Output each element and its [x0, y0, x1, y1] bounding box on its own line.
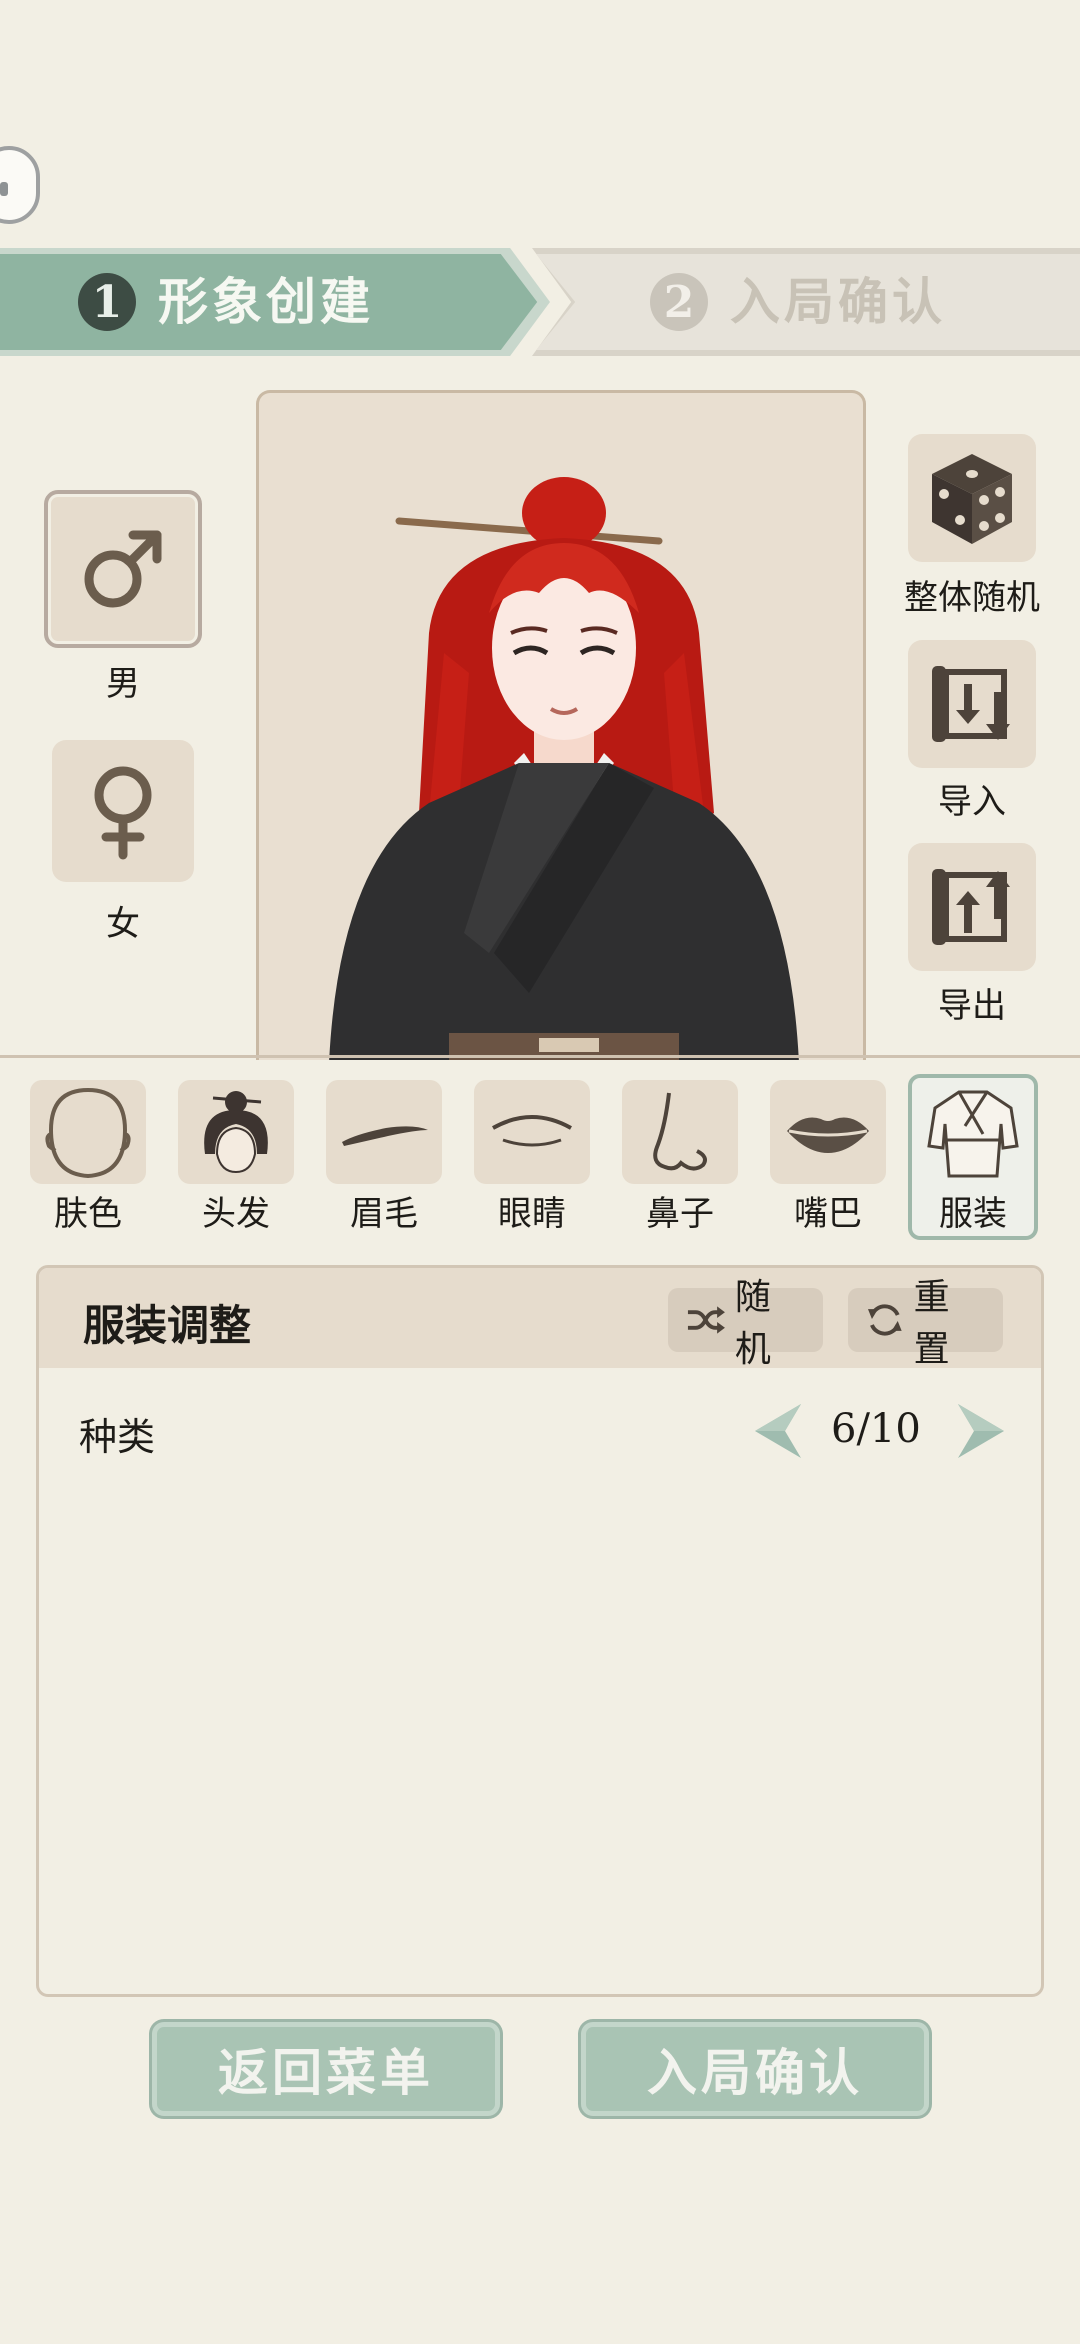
- floating-menu-button[interactable]: [0, 146, 40, 224]
- export-button[interactable]: [908, 843, 1036, 971]
- category-skin-button[interactable]: [30, 1080, 146, 1184]
- lips-icon: [787, 1117, 869, 1153]
- category-eyebrow-button[interactable]: [326, 1080, 442, 1184]
- category-hair-button[interactable]: [178, 1080, 294, 1184]
- nose-icon: [653, 1092, 707, 1171]
- panel-title: 服装调整: [83, 1301, 252, 1350]
- step-number-2: 2: [650, 273, 708, 331]
- step-number-1: 1: [78, 273, 136, 331]
- category-nose-label: 鼻子: [646, 1194, 714, 1234]
- step-label-confirm: 入局确认: [730, 272, 946, 331]
- step-tab-create: 1 形象创建: [0, 248, 550, 356]
- export-scroll-icon: [932, 869, 1010, 945]
- import-button[interactable]: [908, 640, 1036, 768]
- section-divider: [0, 1055, 1080, 1058]
- next-arrow-icon[interactable]: [954, 1402, 1008, 1460]
- male-symbol-icon: [84, 530, 162, 608]
- prev-arrow-icon[interactable]: [751, 1402, 805, 1460]
- character-illustration: [329, 477, 799, 1060]
- eye-icon: [492, 1115, 572, 1147]
- back-to-menu-button[interactable]: 返回菜单: [152, 2022, 500, 2116]
- confirm-enter-button[interactable]: 入局确认: [581, 2022, 929, 2116]
- female-symbol-icon: [94, 766, 152, 860]
- category-nose-button[interactable]: [622, 1080, 738, 1184]
- costume-adjust-panel: 服装调整 随机 重置 种类 6/10: [36, 1265, 1044, 1997]
- step-tab-confirm: 2 入局确认: [532, 248, 1080, 356]
- category-skin-label: 肤色: [54, 1194, 122, 1234]
- category-hair-label: 头发: [202, 1194, 270, 1234]
- random-button-label: 随机: [734, 1277, 771, 1370]
- step-label-create: 形象创建: [158, 272, 374, 331]
- category-mouth-button[interactable]: [770, 1080, 886, 1184]
- robe-icon: [927, 1090, 1019, 1178]
- gender-male-button[interactable]: [44, 490, 202, 648]
- reset-button-label: 重置: [913, 1277, 950, 1370]
- random-button[interactable]: 随机: [668, 1277, 823, 1370]
- category-eyebrow-label: 眉毛: [350, 1194, 418, 1234]
- hair-icon: [204, 1091, 268, 1174]
- category-eyes-label: 眼睛: [498, 1194, 566, 1234]
- eyebrow-icon: [342, 1126, 428, 1146]
- random-all-button[interactable]: [908, 434, 1036, 562]
- character-portrait: [256, 390, 866, 1060]
- type-row-label: 种类: [79, 1415, 156, 1459]
- random-all-label: 整体随机: [904, 578, 1040, 618]
- dice-icon: [932, 454, 1012, 544]
- import-label: 导入: [938, 782, 1006, 822]
- reset-button[interactable]: 重置: [848, 1277, 1003, 1370]
- export-label: 导出: [938, 986, 1006, 1026]
- shuffle-icon: [687, 1306, 725, 1334]
- category-costume-label: 服装: [939, 1194, 1007, 1234]
- reset-icon: [867, 1304, 902, 1336]
- face-outline-icon: [45, 1087, 131, 1179]
- gender-female-label: 女: [106, 904, 140, 944]
- import-scroll-icon: [932, 666, 1010, 742]
- category-mouth-label: 嘴巴: [794, 1194, 862, 1234]
- category-eyes-button[interactable]: [474, 1080, 590, 1184]
- gender-male-label: 男: [106, 664, 140, 704]
- gender-female-button[interactable]: [52, 740, 194, 882]
